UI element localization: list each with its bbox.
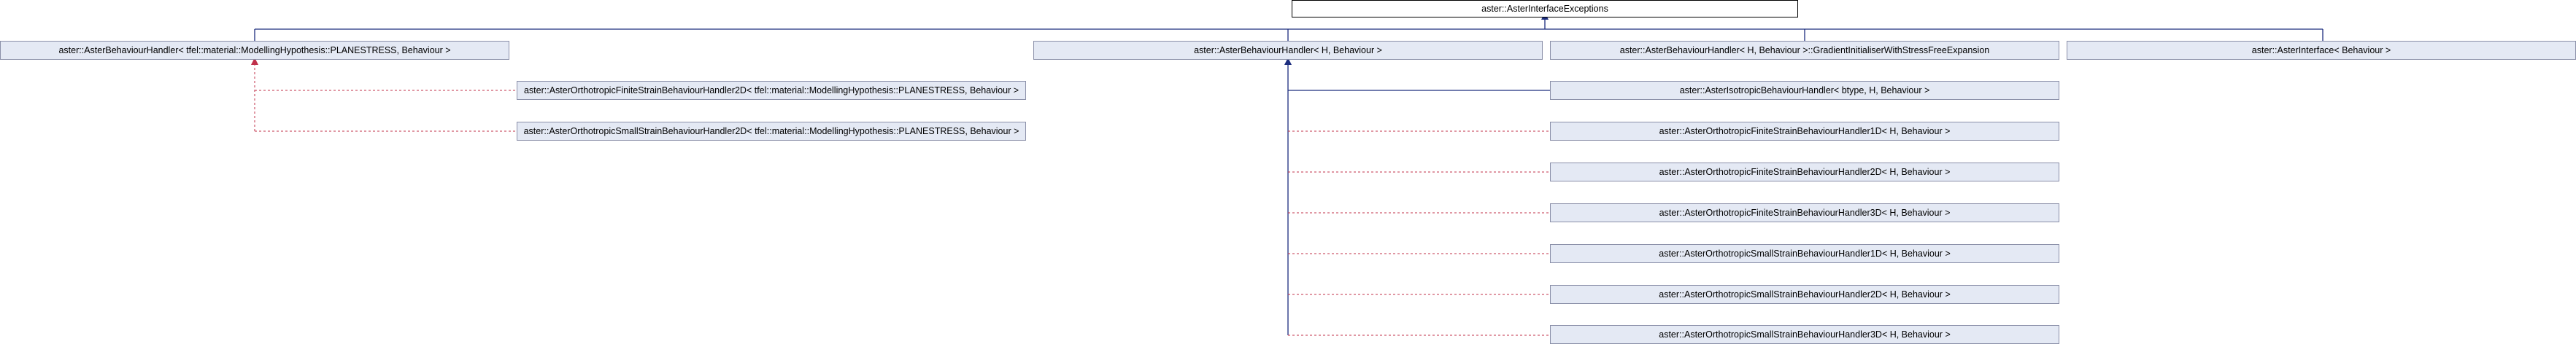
node-ortho-small-strain-3d[interactable]: aster::AsterOrthotropicSmallStrainBehavi…: [1550, 325, 2059, 344]
node-gradient-initialiser[interactable]: aster::AsterBehaviourHandler< H, Behavio…: [1550, 41, 2059, 60]
node-ortho-small-strain-2d[interactable]: aster::AsterOrthotropicSmallStrainBehavi…: [1550, 285, 2059, 304]
node-ortho-finite-strain-1d[interactable]: aster::AsterOrthotropicFiniteStrainBehav…: [1550, 122, 2059, 141]
node-aster-interface-exceptions: aster::AsterInterfaceExceptions: [1292, 0, 1798, 17]
node-isotropic-behaviour-handler[interactable]: aster::AsterIsotropicBehaviourHandler< b…: [1550, 81, 2059, 100]
edges-to-handler-generic-dashed: [1288, 130, 1550, 336]
node-ortho-small-strain-2d-planestress[interactable]: aster::AsterOrthotropicSmallStrainBehavi…: [517, 122, 1026, 141]
node-ortho-finite-strain-3d[interactable]: aster::AsterOrthotropicFiniteStrainBehav…: [1550, 203, 2059, 222]
node-asterbehaviourhandler-generic[interactable]: aster::AsterBehaviourHandler< H, Behavio…: [1033, 41, 1543, 60]
node-asterinterface[interactable]: aster::AsterInterface< Behaviour >: [2067, 41, 2576, 60]
edges-to-handler-planestress: [251, 58, 517, 132]
edges-to-root: [254, 12, 2324, 41]
node-ortho-finite-strain-2d-planestress[interactable]: aster::AsterOrthotropicFiniteStrainBehav…: [517, 81, 1026, 100]
node-asterbehaviourhandler-planestress[interactable]: aster::AsterBehaviourHandler< tfel::mate…: [0, 41, 509, 60]
node-ortho-small-strain-1d[interactable]: aster::AsterOrthotropicSmallStrainBehavi…: [1550, 244, 2059, 263]
node-ortho-finite-strain-2d[interactable]: aster::AsterOrthotropicFiniteStrainBehav…: [1550, 163, 2059, 181]
edges-to-handler-generic-solid: [1284, 58, 1550, 335]
